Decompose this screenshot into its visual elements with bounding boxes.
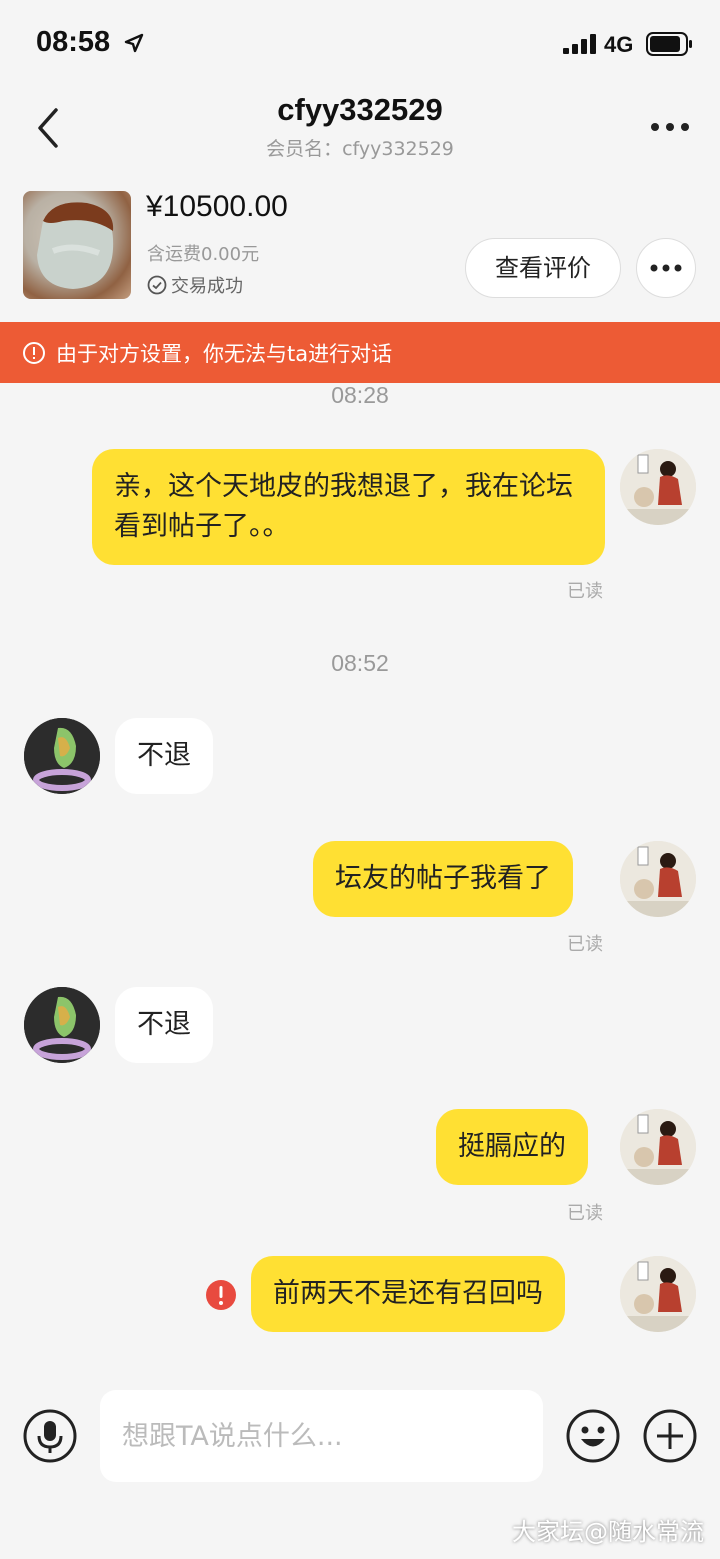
avatar-self[interactable] — [620, 449, 696, 525]
message-bubble-self[interactable]: 坛友的帖子我看了 — [313, 841, 573, 917]
message-input[interactable] — [100, 1390, 543, 1482]
avatar-other[interactable] — [24, 987, 100, 1063]
plus-icon — [643, 1409, 697, 1463]
more-button[interactable] — [646, 112, 694, 142]
read-status: 已读 — [567, 581, 603, 602]
trade-status-label: 交易成功 — [171, 276, 243, 297]
mic-icon — [23, 1409, 77, 1463]
product-price: ¥10500.00 — [146, 190, 288, 223]
shipping-text: 含运费0.00元 — [147, 244, 260, 265]
trade-status: 交易成功 — [147, 272, 243, 298]
error-icon[interactable] — [205, 1279, 237, 1315]
location-icon — [124, 33, 144, 57]
read-status: 已读 — [567, 934, 603, 955]
watermark: 大家坛@随水常流 — [512, 1518, 704, 1546]
battery-icon — [646, 32, 694, 60]
status-bar: 08:58 4G — [0, 0, 720, 88]
plus-button[interactable] — [642, 1408, 698, 1464]
avatar-self[interactable] — [620, 841, 696, 917]
message-bubble-self[interactable]: 挺膈应的 — [436, 1109, 588, 1185]
status-time: 08:58 — [36, 26, 111, 58]
message-bubble-self[interactable]: 前两天不是还有召回吗 — [251, 1256, 565, 1332]
product-card[interactable]: ¥10500.00 含运费0.00元 交易成功 查看评价 — [0, 168, 720, 322]
page-title: cfyy332529 — [277, 92, 443, 127]
emoji-button[interactable] — [565, 1408, 621, 1464]
member-name: 会员名：cfyy332529 — [266, 138, 454, 160]
product-image[interactable] — [23, 191, 131, 299]
more-icon — [650, 264, 682, 272]
signal-icon — [563, 34, 599, 58]
timestamp: 08:52 — [331, 650, 389, 676]
view-review-button[interactable]: 查看评价 — [465, 238, 621, 298]
emoji-icon — [566, 1409, 620, 1463]
read-status: 已读 — [567, 1203, 603, 1224]
nav-bar: cfyy332529 会员名：cfyy332529 — [0, 88, 720, 168]
timestamp: 08:28 — [331, 382, 389, 408]
message-bubble-other[interactable]: 不退 — [115, 987, 213, 1063]
notice-bar: 由于对方设置，你无法与ta进行对话 — [0, 322, 720, 383]
avatar-self[interactable] — [620, 1256, 696, 1332]
more-icon — [651, 123, 689, 131]
voice-button[interactable] — [22, 1408, 78, 1464]
avatar-self[interactable] — [620, 1109, 696, 1185]
avatar-other[interactable] — [24, 718, 100, 794]
message-bubble-self[interactable]: 亲，这个天地皮的我想退了，我在论坛看到帖子了。。 — [92, 449, 605, 565]
alert-circle-icon — [23, 341, 45, 364]
input-bar — [0, 1380, 720, 1490]
message-bubble-other[interactable]: 不退 — [115, 718, 213, 794]
notice-text: 由于对方设置，你无法与ta进行对话 — [56, 341, 393, 366]
check-circle-icon — [147, 275, 167, 295]
network-label: 4G — [604, 32, 634, 57]
card-more-button[interactable] — [636, 238, 696, 298]
